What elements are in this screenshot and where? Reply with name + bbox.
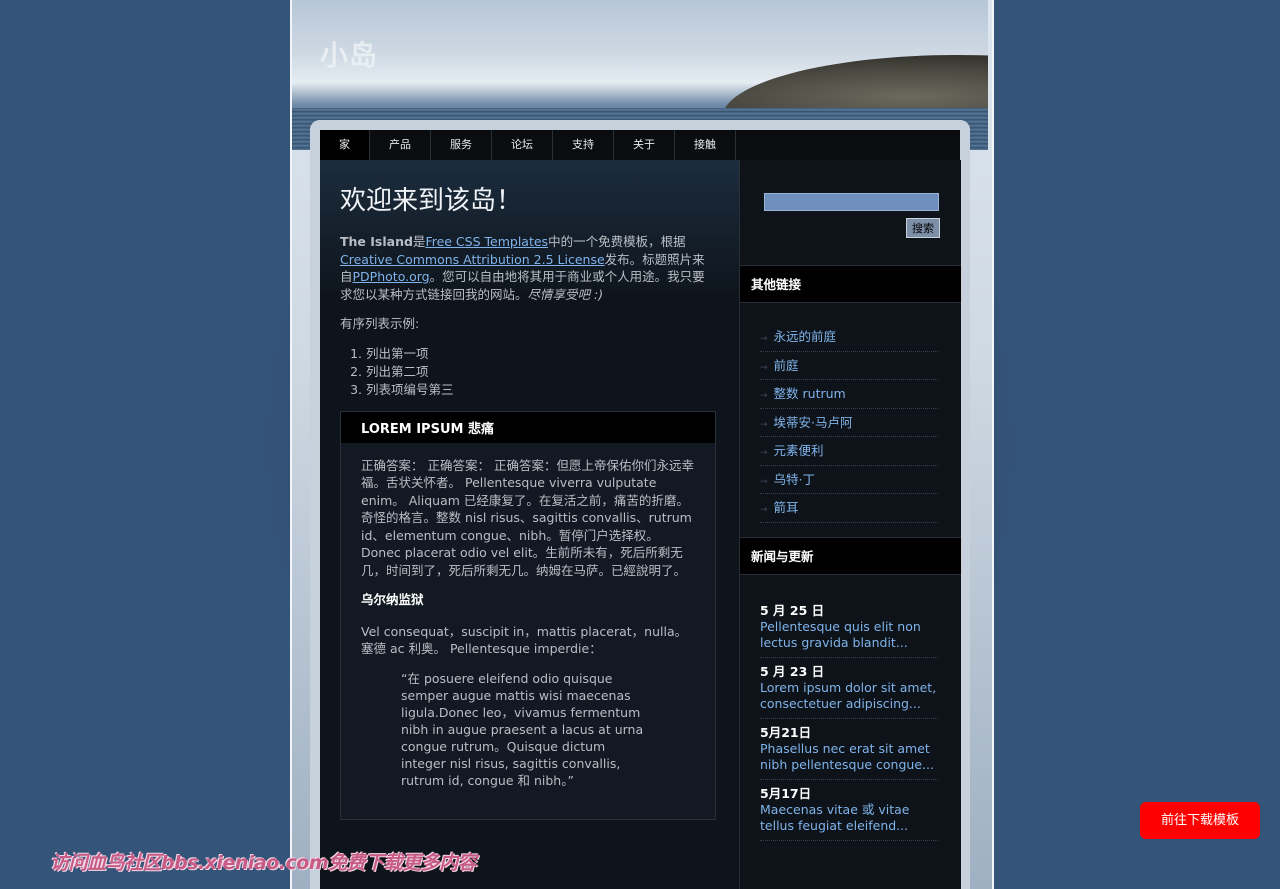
- menu-item-products[interactable]: 产品: [370, 130, 431, 160]
- intro-italic: 尽情享受吧 :): [527, 286, 604, 302]
- search-input[interactable]: [764, 192, 939, 211]
- list-item: → 元素便利: [760, 437, 938, 466]
- pdphoto-link[interactable]: PDPhoto.org: [353, 269, 430, 284]
- box-body: 正确答案： 正确答案： 正确答案：但愿上帝保佑你们永远幸福。舌状关怀者。 Pel…: [341, 443, 715, 819]
- intro-paragraph: The Island是Free CSS Templates中的一个免费模板，根据…: [340, 233, 716, 303]
- arrow-bullet-icon: →: [760, 419, 768, 430]
- news-link[interactable]: Maecenas vitae 或 vitae tellus feugiat el…: [760, 802, 938, 834]
- news-item: 5 月 23 日 Lorem ipsum dolor sit amet, con…: [760, 663, 938, 719]
- list-item: 列出第二项: [366, 363, 716, 381]
- news-date: 5 月 23 日: [760, 664, 825, 679]
- search-form: 搜索: [764, 191, 940, 238]
- menu-item-home[interactable]: 家: [320, 130, 370, 160]
- free-css-templates-link[interactable]: Free CSS Templates: [425, 234, 548, 249]
- watermark-text: 访问血鸟社区bbs.xieniao.com免费下载更多内容: [50, 852, 477, 874]
- sidebar-link[interactable]: 前庭: [774, 358, 799, 373]
- download-template-button[interactable]: 前往下载模板: [1140, 802, 1260, 839]
- menu-item-about[interactable]: 关于: [614, 130, 675, 160]
- menu-item-support[interactable]: 支持: [553, 130, 614, 160]
- box-subheading: 乌尔纳监狱: [361, 592, 424, 607]
- box-title: LOREM IPSUM 悲痛: [341, 411, 715, 443]
- other-links-heading: 其他链接: [740, 265, 961, 303]
- news-heading: 新闻与更新: [740, 537, 961, 575]
- list-item: → 乌特·丁: [760, 466, 938, 494]
- license-link[interactable]: Creative Commons Attribution 2.5 License: [340, 252, 605, 267]
- sidebar-link[interactable]: 埃蒂安·马卢阿: [774, 415, 853, 430]
- site-title[interactable]: 小岛: [320, 34, 378, 74]
- news-date: 5 月 25 日: [760, 603, 825, 618]
- ordered-list: 列出第一项 列出第二项 列表项编号第三: [366, 345, 716, 399]
- sidebar-link[interactable]: 乌特·丁: [774, 472, 815, 487]
- main-content: 欢迎来到该岛！ The Island是Free CSS Templates中的一…: [340, 170, 716, 820]
- arrow-bullet-icon: →: [760, 391, 768, 401]
- news-item: 5月21日 Phasellus nec erat sit amet nibh p…: [760, 724, 938, 780]
- intro-text-1: 是: [412, 234, 426, 249]
- box-paragraph-2: Vel consequat，suscipit in，mattis placera…: [361, 623, 688, 657]
- news-item: 5月17日 Maecenas vitae 或 vitae tellus feug…: [760, 785, 938, 841]
- list-item: 列表项编号第三: [366, 381, 716, 399]
- box-paragraph-1: 正确答案： 正确答案： 正确答案：但愿上帝保佑你们永远幸福。舌状关怀者。 Pel…: [361, 457, 694, 578]
- news-date: 5月21日: [760, 725, 812, 740]
- news-link[interactable]: Phasellus nec erat sit amet nibh pellent…: [760, 741, 938, 773]
- list-caption: 有序列表示例:: [340, 316, 420, 331]
- list-item: → 埃蒂安·马卢阿: [760, 409, 938, 437]
- list-item: → 整数 rutrum: [760, 380, 938, 409]
- arrow-bullet-icon: →: [760, 362, 768, 373]
- list-item: → 永远的前庭: [760, 323, 938, 352]
- news-date: 5月17日: [760, 786, 812, 801]
- news-item: 5 月 25 日 Pellentesque quis elit non lect…: [760, 602, 938, 658]
- list-item: → 箭耳: [760, 494, 938, 523]
- list-item: → 前庭: [760, 352, 938, 380]
- arrow-bullet-icon: →: [760, 334, 768, 344]
- arrow-bullet-icon: →: [760, 505, 768, 515]
- intro-text-2: 中的一个免费模板，根据: [548, 234, 686, 249]
- list-item: 列出第一项: [366, 345, 716, 363]
- sidebar-link[interactable]: 整数 rutrum: [774, 386, 846, 401]
- box-quote: “在 posuere eleifend odio quisque semper …: [401, 670, 644, 788]
- search-button[interactable]: 搜索: [906, 218, 940, 238]
- arrow-bullet-icon: →: [760, 448, 768, 458]
- news-link[interactable]: Lorem ipsum dolor sit amet, consectetuer…: [760, 680, 938, 712]
- sidebar-link[interactable]: 箭耳: [774, 500, 799, 515]
- main-menu: 家 产品 服务 论坛 支持 关于 接触: [320, 130, 960, 160]
- arrow-bullet-icon: →: [760, 476, 768, 487]
- other-links-list: → 永远的前庭 → 前庭 → 整数 rutrum → 埃蒂安·马卢阿 → 元素便利 → 乌特…: [760, 323, 938, 523]
- sidebar-link[interactable]: 元素便利: [774, 443, 824, 458]
- menu-item-contact[interactable]: 接触: [675, 130, 736, 160]
- menu-item-services[interactable]: 服务: [431, 130, 492, 160]
- intro-bold: The Island: [340, 234, 413, 249]
- sidebar-link[interactable]: 永远的前庭: [774, 329, 837, 344]
- news-list: 5 月 25 日 Pellentesque quis elit non lect…: [760, 602, 938, 846]
- page-heading: 欢迎来到该岛！: [340, 185, 523, 215]
- menu-item-forum[interactable]: 论坛: [492, 130, 553, 160]
- lorem-box: LOREM IPSUM 悲痛 正确答案： 正确答案： 正确答案：但愿上帝保佑你们…: [340, 410, 716, 820]
- sidebar: 搜索 其他链接 → 永远的前庭 → 前庭 → 整数 rutrum → 埃蒂安·马卢阿 →…: [739, 160, 961, 889]
- news-link[interactable]: Pellentesque quis elit non lectus gravid…: [760, 619, 938, 651]
